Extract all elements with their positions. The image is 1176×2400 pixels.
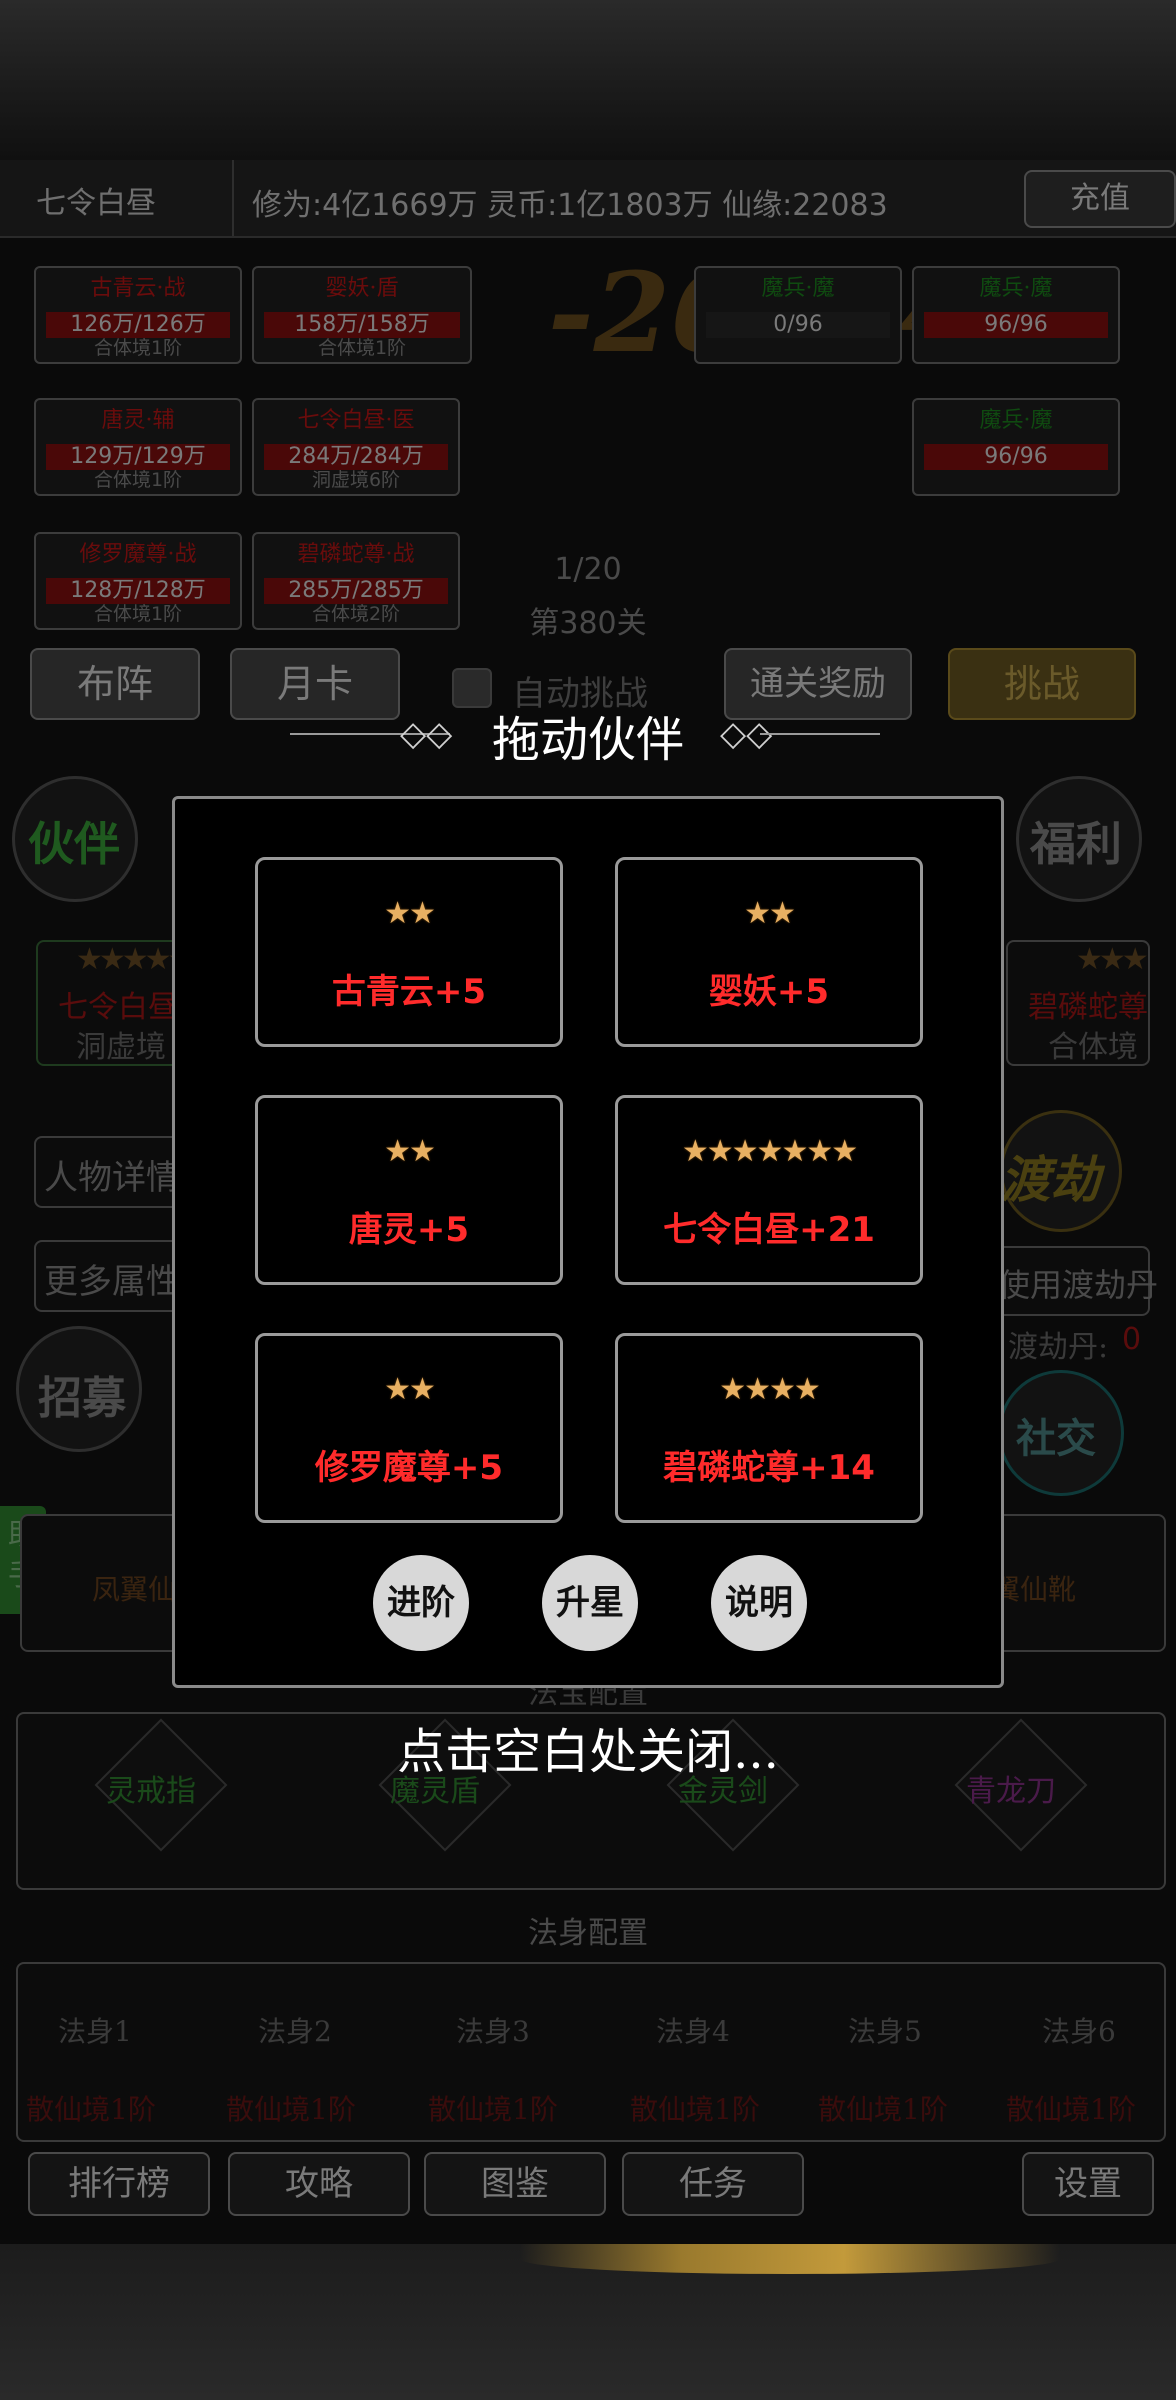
star-rating: ★★ [384,1134,436,1169]
close-hint: 点击空白处关闭... [397,1724,779,1780]
star-rating: ★★ [384,896,436,931]
partner-label: 唐灵+5 [348,1210,470,1250]
partner-label: 古青云+5 [331,972,487,1012]
star-up-button[interactable]: 升星 [542,1555,638,1651]
partner-dialog: ★★ 古青云+5 ★★ 婴妖+5 ★★ 唐灵+5 ★★★★★★★ 七令白昼+21… [172,796,1004,1688]
star-rating: ★★ [384,1372,436,1407]
dialog-title: 拖动伙伴 [491,712,684,768]
partner-label: 七令白昼+21 [663,1210,875,1250]
partner-label: 婴妖+5 [708,972,830,1012]
partner-card[interactable]: ★★★★ 碧磷蛇尊+14 [615,1333,923,1523]
partner-card[interactable]: ★★ 婴妖+5 [615,857,923,1047]
star-rating: ★★ [744,896,796,931]
partner-card[interactable]: ★★ 修罗魔尊+5 [255,1333,563,1523]
advance-button[interactable]: 进阶 [373,1555,469,1651]
partner-card[interactable]: ★★★★★★★ 七令白昼+21 [615,1095,923,1285]
dialog-title-ornament-right [760,733,880,735]
partner-card[interactable]: ★★ 古青云+5 [255,857,563,1047]
partner-label: 修罗魔尊+5 [314,1448,504,1488]
partner-card[interactable]: ★★ 唐灵+5 [255,1095,563,1285]
explain-button[interactable]: 说明 [711,1555,807,1651]
star-rating: ★★★★★★★ [681,1134,858,1169]
partner-label: 碧磷蛇尊+14 [663,1448,875,1488]
star-rating: ★★★★ [719,1372,821,1407]
